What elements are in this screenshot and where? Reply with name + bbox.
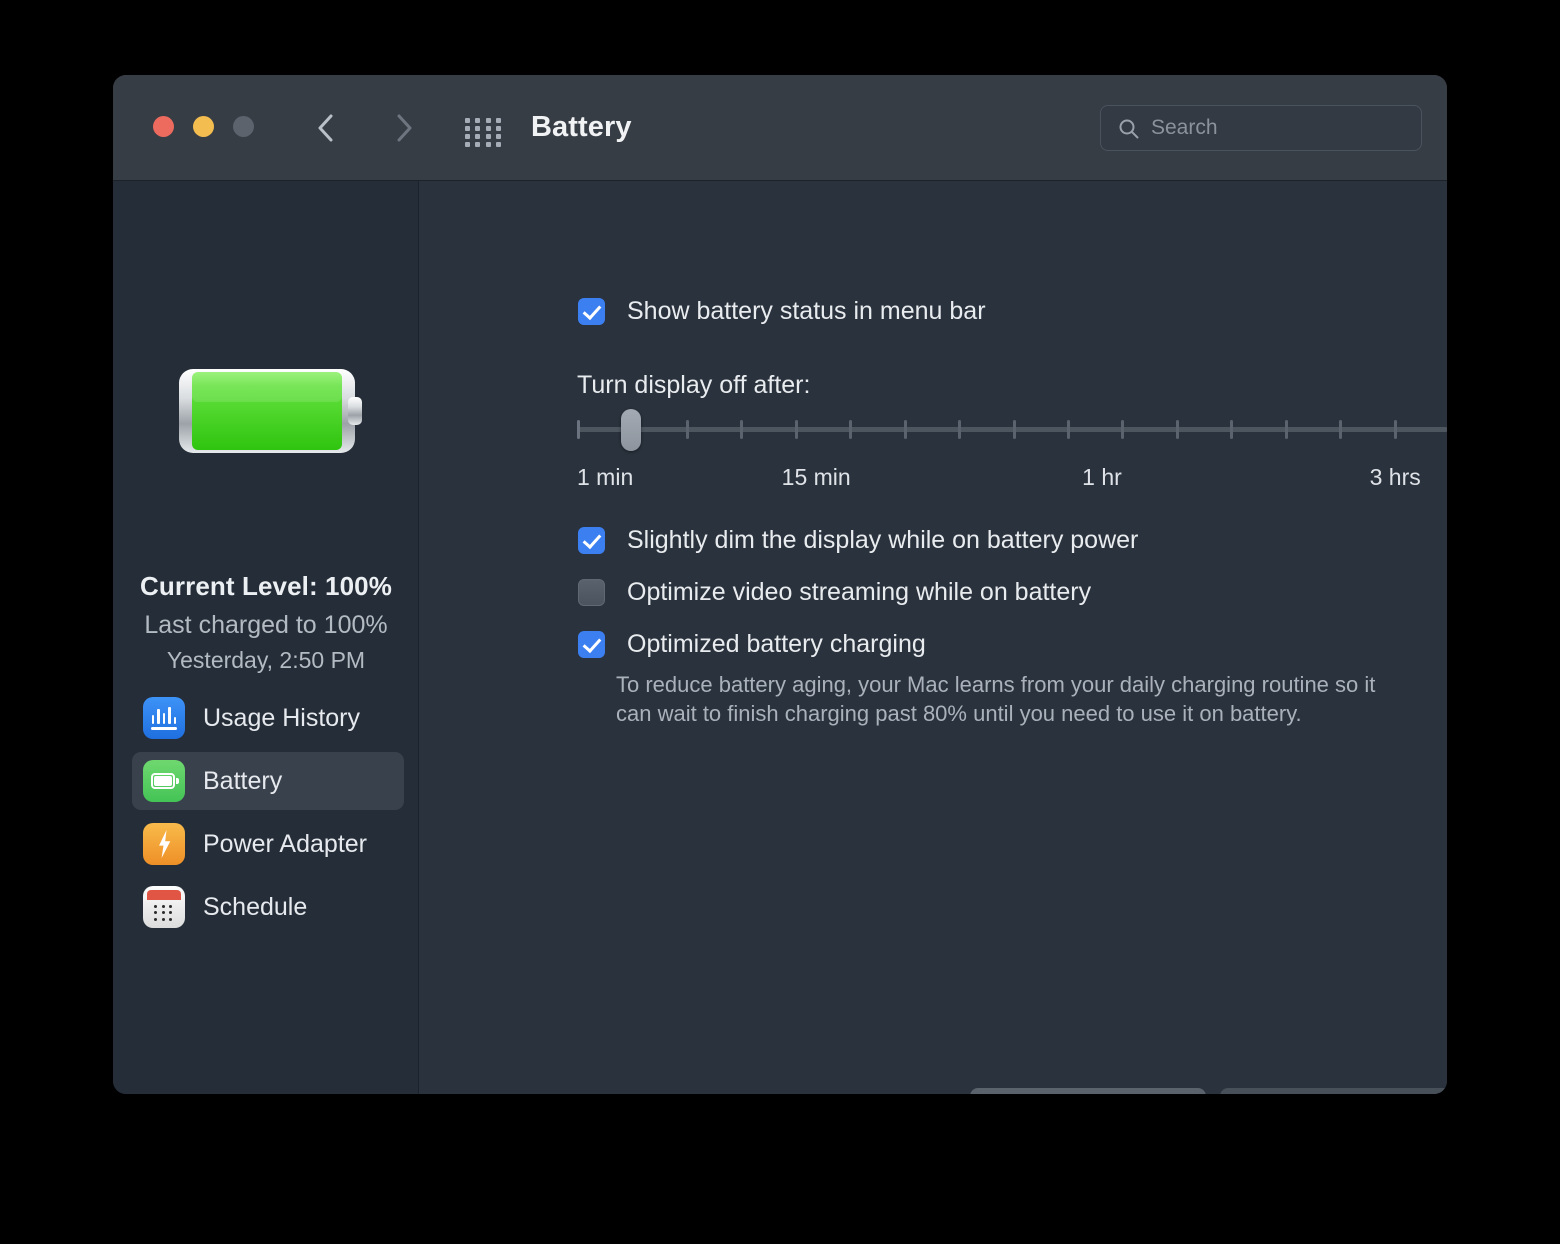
sidebar-item-label: Power Adapter: [203, 829, 367, 858]
sidebar-nav-list: Usage History Battery Power Adapter Sche…: [132, 689, 404, 941]
sidebar-item-power-adapter[interactable]: Power Adapter: [132, 815, 404, 873]
slider-tick: [903, 420, 907, 439]
slider-label: 15 min: [781, 464, 851, 490]
slider-tick: [577, 420, 580, 439]
slider-tick: [849, 420, 853, 439]
optimized-charging-row[interactable]: Optimized battery charging: [578, 630, 926, 659]
dim-display-row[interactable]: Slightly dim the display while on batter…: [578, 526, 1138, 555]
dim-display-label: Slightly dim the display while on batter…: [627, 526, 1139, 554]
sidebar-item-schedule[interactable]: Schedule: [132, 878, 404, 936]
last-charged-text: Last charged to 100%: [144, 611, 388, 639]
content-pane: Show battery status in menu bar Turn dis…: [420, 181, 1447, 1094]
slider-tick: [1339, 420, 1343, 439]
search-field[interactable]: [1100, 105, 1422, 151]
show-battery-status-row[interactable]: Show battery status in menu bar: [578, 297, 986, 326]
slider-thumb[interactable]: [621, 409, 642, 451]
battery-health-button[interactable]: Battery Health…: [970, 1088, 1206, 1094]
slider-label: 3 hrs: [1369, 464, 1421, 490]
slider-tick: [1121, 420, 1125, 439]
minimize-button[interactable]: [193, 116, 214, 137]
slider-tick: [1393, 420, 1397, 439]
page-title: Battery: [531, 111, 632, 143]
slider-tick: [1230, 420, 1234, 439]
sidebar: Current Level: 100% Last charged to 100%…: [113, 181, 419, 1094]
battery-preferences-window: Battery Search Current Level: 100% Last …: [113, 75, 1447, 1094]
slider-tick: [1066, 420, 1070, 439]
sidebar-item-label: Usage History: [203, 703, 360, 732]
sidebar-item-usage-history[interactable]: Usage History: [132, 689, 404, 747]
calendar-icon: [143, 886, 185, 928]
slider-tick: [1012, 420, 1016, 439]
optimized-charging-checkbox[interactable]: [578, 631, 605, 658]
slider-tick: [685, 420, 689, 439]
show-battery-status-label: Show battery status in menu bar: [627, 297, 986, 325]
turn-display-off-label: Turn display off after:: [577, 371, 811, 399]
close-button[interactable]: [153, 116, 174, 137]
restore-defaults-button: Restore Defaults: [1220, 1088, 1447, 1094]
optimize-video-row[interactable]: Optimize video streaming while on batter…: [578, 578, 1091, 607]
forward-chevron-icon[interactable]: [388, 111, 420, 145]
slider-tick: [1175, 420, 1179, 439]
lightning-bolt-icon: [143, 823, 185, 865]
battery-graphic: [179, 369, 362, 453]
last-charged-time: Yesterday, 2:50 PM: [166, 647, 366, 673]
display-sleep-slider[interactable]: 1 min15 min1 hr3 hrsNever: [575, 409, 1447, 509]
sidebar-item-label: Schedule: [203, 892, 308, 921]
optimize-video-label: Optimize video streaming while on batter…: [627, 578, 1092, 606]
bar-chart-icon: [143, 697, 185, 739]
current-level-text: Current Level: 100%: [140, 571, 392, 601]
show-battery-status-checkbox[interactable]: [578, 298, 605, 325]
battery-level-block: Current Level: 100% Last charged to 100%…: [113, 571, 419, 674]
grid-icon[interactable]: [465, 118, 503, 147]
back-chevron-icon[interactable]: [310, 111, 342, 145]
slider-label: 1 min: [577, 464, 634, 490]
battery-icon: [143, 760, 185, 802]
optimized-charging-description: To reduce battery aging, your Mac learns…: [616, 672, 1376, 726]
search-icon: [1119, 119, 1139, 139]
slider-tick: [1284, 420, 1288, 439]
sidebar-item-battery[interactable]: Battery: [132, 752, 404, 810]
slider-tick: [794, 420, 798, 439]
dim-display-checkbox[interactable]: [578, 527, 605, 554]
search-input[interactable]: [1151, 106, 1411, 150]
sidebar-item-label: Battery: [203, 766, 283, 795]
slider-tick: [958, 420, 962, 439]
optimized-charging-label: Optimized battery charging: [627, 630, 926, 658]
titlebar: Battery: [113, 75, 1447, 181]
optimize-video-checkbox[interactable]: [578, 579, 605, 606]
slider-tick: [740, 420, 744, 439]
zoom-button[interactable]: [233, 116, 254, 137]
slider-label: 1 hr: [1082, 464, 1122, 490]
